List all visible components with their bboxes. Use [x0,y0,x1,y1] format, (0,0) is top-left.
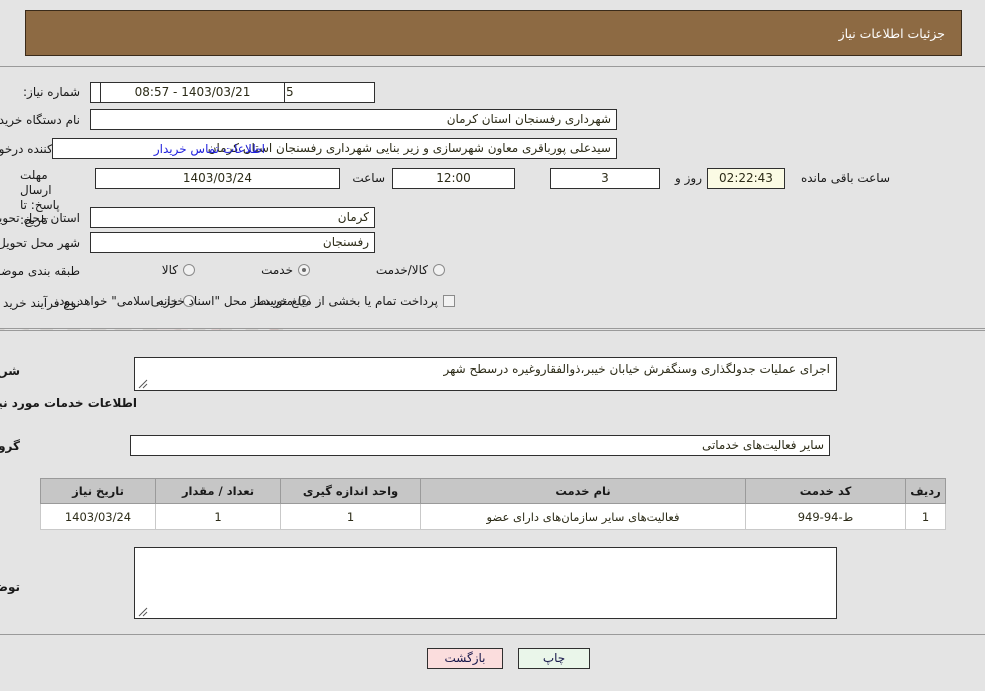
delivery-city-value: رفسنجان [90,232,375,253]
reply-deadline-hour-label: ساعت [352,171,385,185]
th-unit: واحد اندازه گیری [280,478,421,504]
print-button[interactable]: چاپ [518,648,590,669]
service-group-label: گروه خدمت: [0,439,20,453]
radio-circle-goods-service[interactable] [433,264,445,276]
back-button[interactable]: بازگشت [427,648,503,669]
buyer-notes-label: توضیحات خریدار: [0,580,20,594]
reply-deadline-hour: 12:00 [392,168,515,189]
th-service-code: کد خدمت [745,478,906,504]
td-service-name: فعالیت‌های سایر سازمان‌های دارای عضو [420,503,746,530]
th-need-date: تاریخ نیاز [40,478,156,504]
radio-circle-service[interactable] [298,264,310,276]
table-header-row: ردیف کد خدمت نام خدمت واحد اندازه گیری ت… [40,478,946,504]
resize-grip-icon-notes [138,607,148,617]
need-info-panel [0,66,985,329]
services-heading: اطلاعات خدمات مورد نیاز [0,396,137,410]
days-separator-label: روز و [675,171,702,185]
general-description-textarea[interactable]: اجرای عملیات جدولگذاری وسنگفرش خیابان خی… [134,357,837,391]
remaining-hours-label: ساعت باقی مانده [800,171,890,185]
radio-label-service: خدمت [261,263,293,277]
delivery-city-label: شهر محل تحویل: [0,236,80,250]
th-service-name: نام خدمت [420,478,746,504]
service-group-value: سایر فعالیت‌های خدماتی [130,435,830,456]
islamic-treasury-checkbox[interactable]: پرداخت تمام یا بخشی از مبلغ خرید،از محل … [55,294,455,308]
delivery-province-value: کرمان [90,207,375,228]
radio-subject-goods-service[interactable]: کالا/خدمت [376,263,445,277]
buyer-notes-textarea[interactable] [134,547,837,619]
buyer-org-value: شهرداری رفسنجان استان کرمان [90,109,617,130]
need-number-label: شماره نیاز: [23,85,80,99]
th-row: ردیف [905,478,946,504]
td-row: 1 [905,503,946,530]
radio-label-goods-service: کالا/خدمت [375,263,428,277]
td-unit: 1 [280,503,421,530]
general-description-value: اجرای عملیات جدولگذاری وسنگفرش خیابان خی… [443,362,830,376]
radio-label-goods: کالا [161,263,178,277]
resize-grip-icon [138,379,148,389]
td-service-code: ط-94-949 [745,503,906,530]
countdown-timer: 02:22:43 [707,168,785,189]
reply-deadline-date: 1403/03/24 [95,168,340,189]
page-title: جزئیات اطلاعات نیاز [25,10,962,56]
checkbox-label-islamic-treasury: پرداخت تمام یا بخشی از مبلغ خرید،از محل … [55,294,438,308]
td-need-date: 1403/03/24 [40,503,156,530]
radio-circle-goods[interactable] [183,264,195,276]
request-creator-value: سیدعلی پورباقری معاون شهرسازی و زیر بنای… [52,138,617,159]
th-quantity: تعداد / مقدار [155,478,281,504]
radio-subject-service[interactable]: خدمت [261,263,310,277]
general-description-label: شرح کلي نیاز: [0,364,20,378]
services-table: ردیف کد خدمت نام خدمت واحد اندازه گیری ت… [40,478,946,530]
delivery-province-label: استان محل تحویل: [0,211,80,225]
radio-subject-goods[interactable]: کالا [162,263,195,277]
buyer-org-label: نام دستگاه خریدار: [0,113,80,127]
page-root: AriaTender.ir جزئیات اطلاعات نیاز شماره … [0,0,985,691]
announce-datetime-value: 1403/03/21 - 08:57 [100,82,285,103]
remaining-days: 3 [550,168,660,189]
td-quantity: 1 [155,503,281,530]
buyer-contact-link[interactable]: اطلاعات تماس خریدار [154,142,265,156]
table-row: 1 ط-94-949 فعالیت‌های سایر سازمان‌های دا… [40,503,946,530]
checkbox-box-islamic-treasury[interactable] [443,295,455,307]
subject-class-label: طبقه بندی موضوعی: [0,264,80,278]
